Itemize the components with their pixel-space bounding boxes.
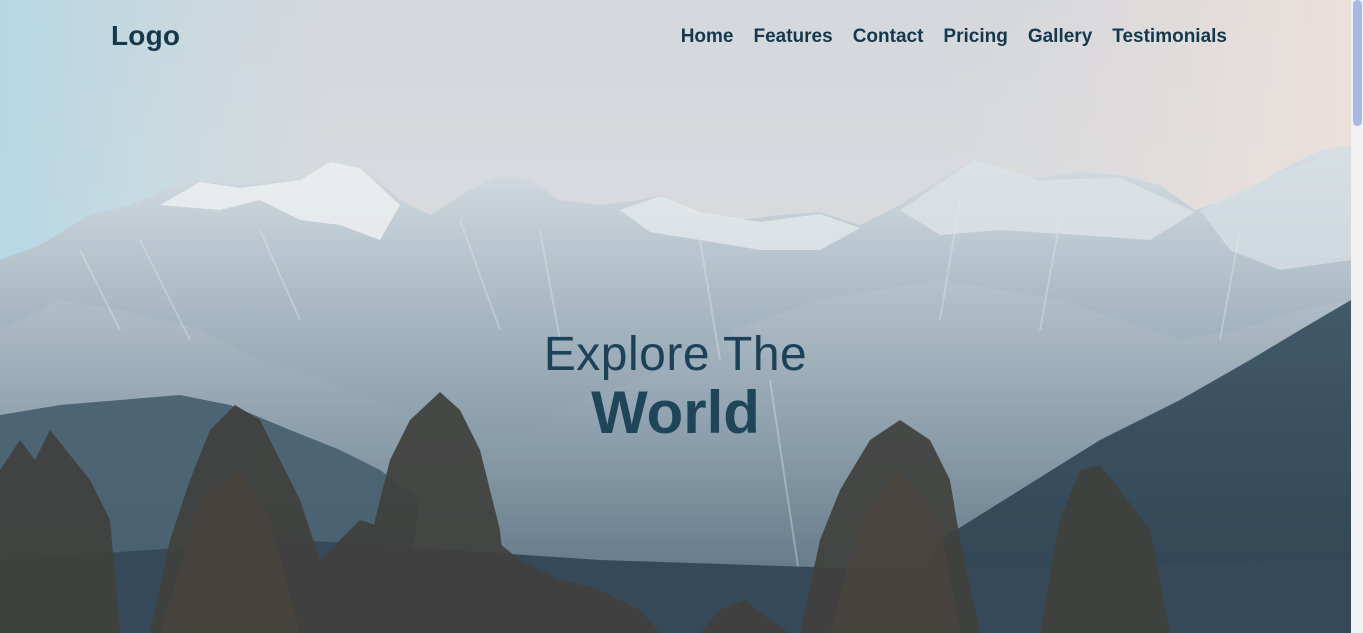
hero-section: Logo Home Features Contact Pricing Galle… <box>0 0 1351 633</box>
nav-link-features[interactable]: Features <box>753 26 832 48</box>
nav-link-home[interactable]: Home <box>681 26 734 48</box>
hero-background-image <box>0 0 1351 633</box>
hero-headline: Explore The World <box>0 327 1351 445</box>
navbar: Logo Home Features Contact Pricing Galle… <box>0 0 1351 76</box>
nav-link-testimonials[interactable]: Testimonials <box>1112 26 1227 48</box>
nav-link-contact[interactable]: Contact <box>853 26 924 48</box>
nav-link-gallery[interactable]: Gallery <box>1028 26 1092 48</box>
hero-title-line-1: Explore The <box>543 328 808 382</box>
main-nav: Home Features Contact Pricing Gallery Te… <box>681 26 1227 48</box>
scrollbar-thumb[interactable] <box>1353 0 1362 126</box>
nav-link-pricing[interactable]: Pricing <box>943 26 1007 48</box>
site-logo[interactable]: Logo <box>111 20 180 52</box>
page-scrollbar[interactable] <box>1351 0 1363 633</box>
hero-title-line-2: World <box>591 379 760 447</box>
